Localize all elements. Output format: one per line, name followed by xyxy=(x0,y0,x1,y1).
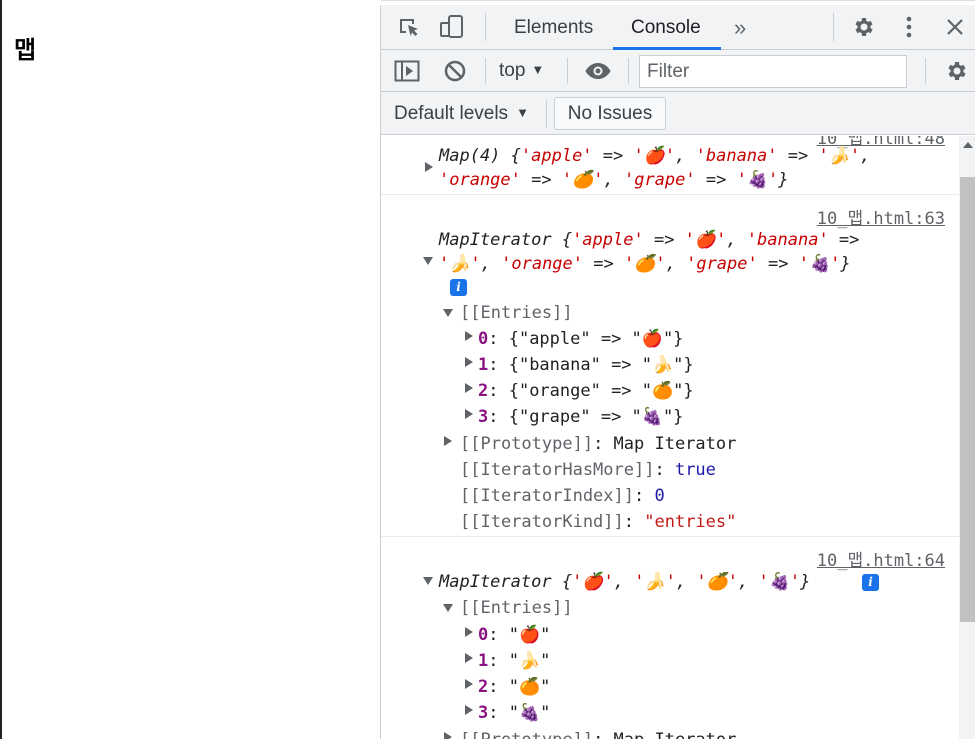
chevron-down-icon: ▼ xyxy=(516,105,529,120)
map-iterator-preview-line[interactable]: '🍌', 'orange' => '🍊', 'grape' => '🍇'} xyxy=(439,252,851,276)
entry-row[interactable]: 1: {"banana" => "🍌"} xyxy=(478,353,694,377)
filter-input[interactable] xyxy=(639,55,907,88)
inspect-icon[interactable] xyxy=(395,14,423,42)
toolbar-separator xyxy=(925,58,926,84)
expand-arrow-icon[interactable] xyxy=(465,409,473,419)
devtools-tabbar: Elements Console » xyxy=(381,5,975,50)
console-output: 10_맵.html:48 Map(4) {'apple' => '🍎', 'ba… xyxy=(381,136,975,739)
inspected-page: 맵 xyxy=(0,0,381,739)
info-icon[interactable]: i xyxy=(862,574,879,591)
expand-arrow-icon[interactable] xyxy=(465,383,473,393)
context-value: top xyxy=(499,60,526,81)
device-toolbar-icon[interactable] xyxy=(438,13,466,41)
entry-row[interactable]: 2: {"orange" => "🍊"} xyxy=(478,379,694,403)
collapse-arrow-icon[interactable] xyxy=(443,604,453,612)
prototype-row[interactable]: [[Prototype]]: Map Iterator xyxy=(460,728,736,739)
more-tabs-icon[interactable]: » xyxy=(734,5,746,50)
expand-arrow-icon[interactable] xyxy=(425,162,433,172)
entry-row[interactable]: 3: {"grape" => "🍇"} xyxy=(478,405,683,429)
issues-button[interactable]: No Issues xyxy=(554,97,666,130)
clear-console-icon[interactable] xyxy=(441,57,469,85)
expand-arrow-icon[interactable] xyxy=(444,436,452,446)
property-row: [[IteratorIndex]]: 0 xyxy=(460,486,665,506)
console-message: 10_맵.html:64 MapIterator {'🍎', '🍌', '🍊',… xyxy=(381,538,959,739)
expand-arrow-icon[interactable] xyxy=(465,357,473,367)
scroll-up-icon[interactable] xyxy=(963,142,973,148)
tab-console[interactable]: Console xyxy=(631,5,701,50)
sidebar-toggle-icon[interactable] xyxy=(393,57,421,85)
map-preview-line[interactable]: Map(4) {'apple' => '🍎', 'banana' => '🍌', xyxy=(439,144,870,168)
toolbar-separator xyxy=(628,58,629,84)
expand-arrow-icon[interactable] xyxy=(465,705,473,715)
toolbar-separator xyxy=(567,58,568,84)
collapse-arrow-icon[interactable] xyxy=(443,309,453,317)
toolbar-separator xyxy=(485,58,486,84)
source-link[interactable]: 10_맵.html:63 xyxy=(817,204,945,229)
tabbar-separator xyxy=(485,13,486,41)
page-title: 맵 xyxy=(14,36,37,64)
console-scrollbar[interactable] xyxy=(959,136,975,739)
levels-separator xyxy=(546,100,547,128)
context-selector[interactable]: top ▼ xyxy=(499,58,544,84)
map-iterator-preview-line[interactable]: MapIterator {'apple' => '🍎', 'banana' => xyxy=(439,228,859,252)
collapse-arrow-icon[interactable] xyxy=(423,577,433,585)
entries-label[interactable]: [[Entries]] xyxy=(460,301,573,325)
eye-icon[interactable] xyxy=(583,57,613,85)
info-icon[interactable]: i xyxy=(450,279,467,296)
levels-bar: Default levels ▼ No Issues xyxy=(381,92,975,135)
map-iterator-preview-line[interactable]: MapIterator {'🍎', '🍌', '🍊', '🍇'} xyxy=(439,570,810,594)
console-settings-icon[interactable] xyxy=(942,57,970,85)
log-levels-dropdown[interactable]: Default levels ▼ xyxy=(394,99,529,129)
tab-elements[interactable]: Elements xyxy=(514,5,593,50)
scrollbar-thumb[interactable] xyxy=(960,177,975,622)
entry-row[interactable]: 3: "🍇" xyxy=(478,701,550,725)
prototype-row[interactable]: [[Prototype]]: Map Iterator xyxy=(460,432,736,456)
close-icon[interactable] xyxy=(943,15,967,39)
property-row: [[IteratorHasMore]]: true xyxy=(460,460,716,480)
property-row: [[IteratorKind]]: "entries" xyxy=(460,512,737,532)
collapse-arrow-icon[interactable] xyxy=(423,257,433,265)
devtools-panel: Elements Console » top ▼ Filter Default … xyxy=(380,5,975,739)
expand-arrow-icon[interactable] xyxy=(465,679,473,689)
expand-arrow-icon[interactable] xyxy=(465,653,473,663)
console-message: 10_맵.html:48 Map(4) {'apple' => '🍎', 'ba… xyxy=(381,136,959,195)
entry-row[interactable]: 1: "🍌" xyxy=(478,649,550,673)
expand-arrow-icon[interactable] xyxy=(444,732,452,739)
expand-arrow-icon[interactable] xyxy=(465,331,473,341)
entry-row[interactable]: 0: {"apple" => "🍎"} xyxy=(478,327,683,351)
entries-label[interactable]: [[Entries]] xyxy=(460,596,573,620)
console-toolbar: top ▼ xyxy=(381,50,975,92)
entry-row[interactable]: 2: "🍊" xyxy=(478,675,550,699)
tabbar-separator xyxy=(833,13,834,41)
settings-icon[interactable] xyxy=(849,13,877,41)
kebab-menu-icon[interactable] xyxy=(899,13,919,41)
log-levels-label: Default levels xyxy=(394,103,509,124)
source-link[interactable]: 10_맵.html:64 xyxy=(817,546,945,571)
map-preview-line[interactable]: 'orange' => '🍊', 'grape' => '🍇'} xyxy=(439,168,788,192)
entry-row[interactable]: 0: "🍎" xyxy=(478,623,550,647)
chevron-down-icon: ▼ xyxy=(531,62,545,77)
console-message: 10_맵.html:63 MapIterator {'apple' => '🍎'… xyxy=(381,196,959,537)
expand-arrow-icon[interactable] xyxy=(465,627,473,637)
